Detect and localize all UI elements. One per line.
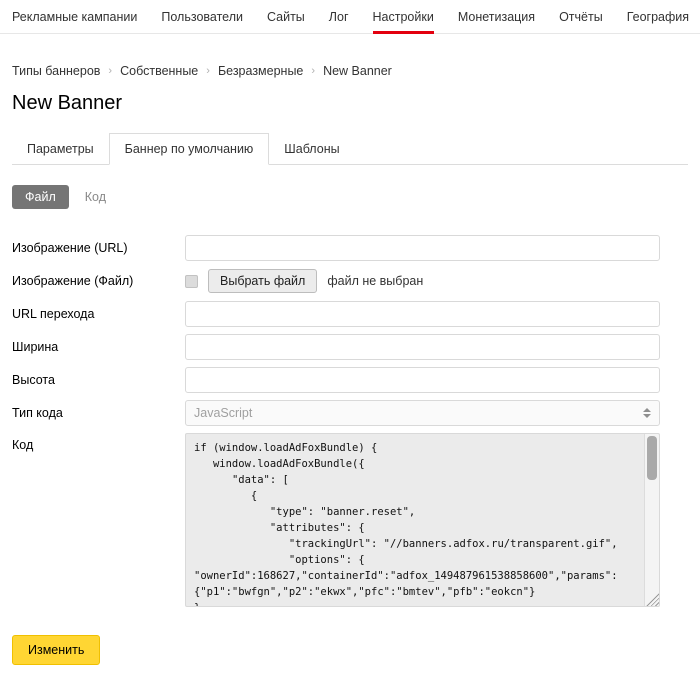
- image-url-input[interactable]: [185, 235, 660, 261]
- width-input[interactable]: [185, 334, 660, 360]
- code-type-select[interactable]: JavaScript: [185, 400, 660, 426]
- mode-code-button[interactable]: Код: [85, 185, 106, 209]
- code-type-row: Тип кода JavaScript: [12, 400, 660, 426]
- nav-item-log[interactable]: Лог: [329, 0, 349, 33]
- breadcrumb-current: New Banner: [323, 64, 392, 78]
- page-title: New Banner: [12, 92, 660, 115]
- breadcrumb-banner-types[interactable]: Типы баннеров: [12, 64, 100, 78]
- width-label: Ширина: [12, 340, 185, 354]
- mode-file-button[interactable]: Файл: [12, 185, 69, 209]
- banner-form: Изображение (URL) Изображение (Файл) Выб…: [12, 235, 660, 607]
- content-area: Типы баннеров › Собственные › Безразмерн…: [0, 64, 700, 607]
- code-type-value: JavaScript: [194, 406, 252, 420]
- code-scrollbar[interactable]: [644, 434, 659, 606]
- nav-item-geography[interactable]: География: [627, 0, 689, 33]
- nav-item-settings[interactable]: Настройки: [373, 0, 434, 33]
- code-textarea[interactable]: if (window.loadAdFoxBundle) { window.loa…: [185, 433, 660, 607]
- submit-row: Изменить: [12, 635, 700, 665]
- nav-item-reports[interactable]: Отчёты: [559, 0, 603, 33]
- file-status-text: файл не выбран: [327, 274, 423, 288]
- click-url-label: URL перехода: [12, 307, 185, 321]
- submit-button[interactable]: Изменить: [12, 635, 100, 665]
- code-row: Код if (window.loadAdFoxBundle) { window…: [12, 433, 660, 607]
- image-file-label: Изображение (Файл): [12, 274, 185, 288]
- click-url-input[interactable]: [185, 301, 660, 327]
- mode-toggle: Файл Код: [12, 185, 660, 209]
- tab-templates[interactable]: Шаблоны: [269, 134, 354, 164]
- breadcrumb-separator: ›: [206, 65, 210, 77]
- tab-default-banner[interactable]: Баннер по умолчанию: [109, 133, 270, 165]
- image-url-row: Изображение (URL): [12, 235, 660, 261]
- tab-parameters[interactable]: Параметры: [12, 134, 109, 164]
- code-type-label: Тип кода: [12, 406, 185, 420]
- code-label: Код: [12, 433, 185, 452]
- nav-item-sites[interactable]: Сайты: [267, 0, 305, 33]
- click-url-row: URL перехода: [12, 301, 660, 327]
- height-input[interactable]: [185, 367, 660, 393]
- breadcrumb: Типы баннеров › Собственные › Безразмерн…: [12, 64, 660, 78]
- height-row: Высота: [12, 367, 660, 393]
- breadcrumb-separator: ›: [311, 65, 315, 77]
- image-file-checkbox[interactable]: [185, 275, 198, 288]
- nav-item-monetization[interactable]: Монетизация: [458, 0, 535, 33]
- nav-item-campaigns[interactable]: Рекламные кампании: [12, 0, 137, 33]
- top-nav: Рекламные кампании Пользователи Сайты Ло…: [0, 0, 700, 34]
- height-label: Высота: [12, 373, 185, 387]
- select-arrows-icon: [643, 408, 651, 418]
- scrollbar-thumb[interactable]: [647, 436, 657, 480]
- width-row: Ширина: [12, 334, 660, 360]
- nav-item-users[interactable]: Пользователи: [161, 0, 243, 33]
- file-controls: Выбрать файл файл не выбран: [185, 269, 423, 293]
- breadcrumb-separator: ›: [108, 65, 112, 77]
- image-file-row: Изображение (Файл) Выбрать файл файл не …: [12, 268, 660, 294]
- choose-file-button[interactable]: Выбрать файл: [208, 269, 317, 293]
- tab-bar: Параметры Баннер по умолчанию Шаблоны: [12, 133, 688, 165]
- breadcrumb-sizeless[interactable]: Безразмерные: [218, 64, 303, 78]
- code-editor-wrap: if (window.loadAdFoxBundle) { window.loa…: [185, 433, 660, 607]
- image-url-label: Изображение (URL): [12, 241, 185, 255]
- breadcrumb-own[interactable]: Собственные: [120, 64, 198, 78]
